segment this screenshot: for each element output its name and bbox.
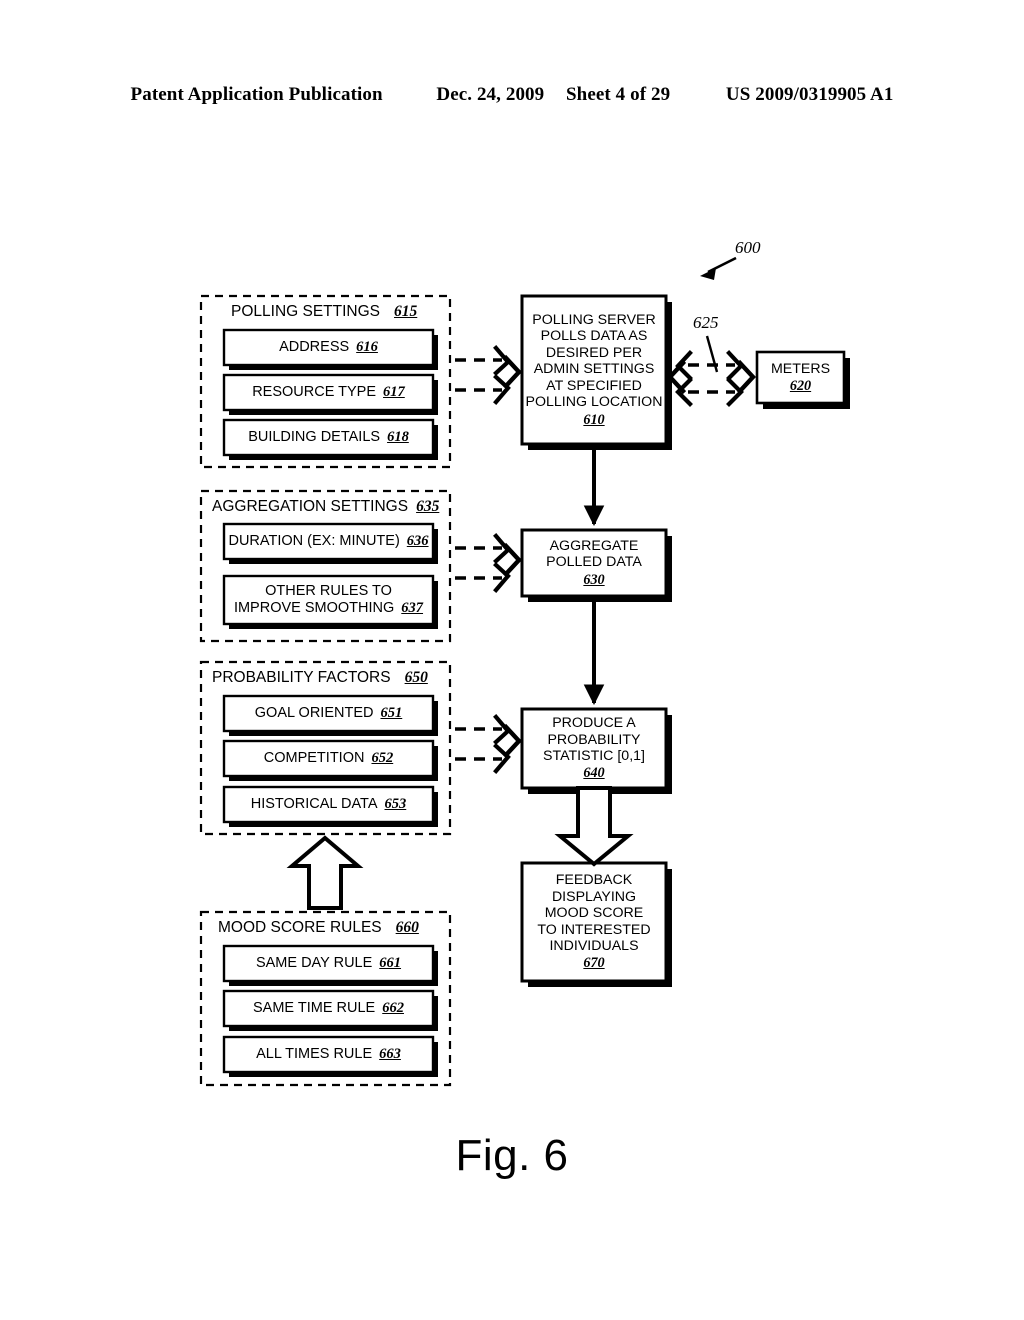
lead-line-600 bbox=[700, 256, 737, 280]
building-details-box bbox=[222, 418, 435, 457]
connector-aggregation-settings-to-aggregate bbox=[455, 533, 523, 593]
group-mood-score-rules bbox=[199, 910, 452, 1087]
probability-factors-title-text: PROBABILITY FACTORS bbox=[212, 669, 391, 686]
connector-polling-settings-to-server bbox=[455, 345, 523, 405]
probability-factors-ref: 650 bbox=[404, 669, 428, 686]
polling-settings-title-text: POLLING SETTINGS bbox=[231, 303, 381, 320]
node-aggregate bbox=[520, 528, 672, 602]
diagram-canvas bbox=[199, 256, 850, 1087]
node-probability-statistic bbox=[520, 707, 672, 794]
connector-ref-625: 625 bbox=[693, 313, 719, 332]
node-feedback bbox=[520, 861, 672, 987]
aggregate-box bbox=[520, 528, 668, 598]
node-polling-server bbox=[520, 294, 672, 450]
polling-settings-ref: 615 bbox=[394, 303, 418, 320]
probability-statistic-box bbox=[520, 707, 668, 790]
aggregation-settings-title: AGGREGATION SETTINGS 635 bbox=[212, 498, 439, 516]
resource-type-box bbox=[222, 373, 435, 412]
mood-score-rules-ref: 660 bbox=[395, 919, 419, 936]
polling-server-box bbox=[520, 294, 668, 446]
connector-probability-factors-to-statistic bbox=[455, 714, 523, 774]
probability-factors-title: PROBABILITY FACTORS 650 bbox=[212, 669, 428, 687]
block-arrow-statistic-to-feedback bbox=[554, 786, 634, 867]
aggregation-settings-title-text: AGGREGATION SETTINGS bbox=[212, 498, 409, 515]
competition-box bbox=[222, 739, 435, 778]
aggregation-settings-ref: 635 bbox=[416, 498, 440, 515]
block-arrow-mood-rules-to-factors bbox=[286, 835, 364, 910]
feedback-box bbox=[520, 861, 668, 983]
connector-server-to-meters bbox=[666, 335, 757, 407]
mood-score-rules-title: MOOD SCORE RULES 660 bbox=[218, 919, 419, 937]
other-rules-box bbox=[222, 574, 435, 626]
meters-box bbox=[755, 350, 846, 405]
same-time-rule-box bbox=[222, 989, 435, 1028]
polling-settings-title: POLLING SETTINGS 615 bbox=[231, 303, 417, 321]
same-day-rule-box bbox=[222, 944, 435, 983]
diagram-ref-600: 600 bbox=[735, 238, 761, 257]
address-box bbox=[222, 328, 435, 367]
goal-oriented-box bbox=[222, 694, 435, 733]
node-meters bbox=[755, 350, 850, 409]
historical-data-box bbox=[222, 785, 435, 824]
group-probability-factors bbox=[199, 660, 452, 836]
figure-6-diagram bbox=[0, 0, 1024, 1320]
all-times-rule-box bbox=[222, 1035, 435, 1074]
figure-caption: Fig. 6 bbox=[455, 1131, 569, 1180]
duration-box bbox=[222, 522, 435, 561]
group-polling-settings bbox=[199, 294, 452, 469]
mood-score-rules-title-text: MOOD SCORE RULES bbox=[218, 919, 382, 936]
